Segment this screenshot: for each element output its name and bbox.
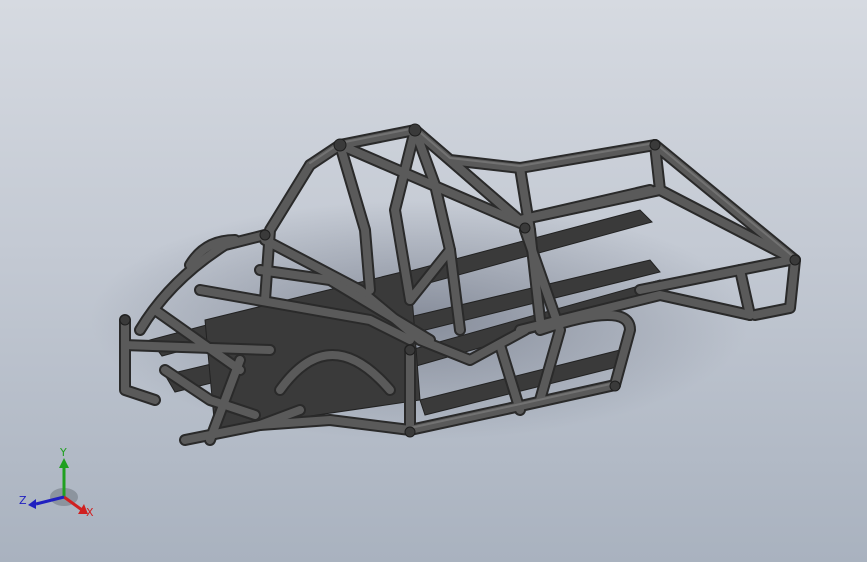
triad-z-arrow <box>28 499 36 509</box>
triad-z-label: Z <box>19 494 27 507</box>
view-orientation-triad[interactable]: Y X Z <box>14 444 104 524</box>
triad-y-label: Y <box>59 446 67 459</box>
triad-y-arrow <box>59 458 69 468</box>
tube-frame-chassis-model[interactable] <box>0 0 867 562</box>
graphics-viewport[interactable]: Y X Z <box>0 0 867 562</box>
triad-x-label: X <box>86 506 94 519</box>
